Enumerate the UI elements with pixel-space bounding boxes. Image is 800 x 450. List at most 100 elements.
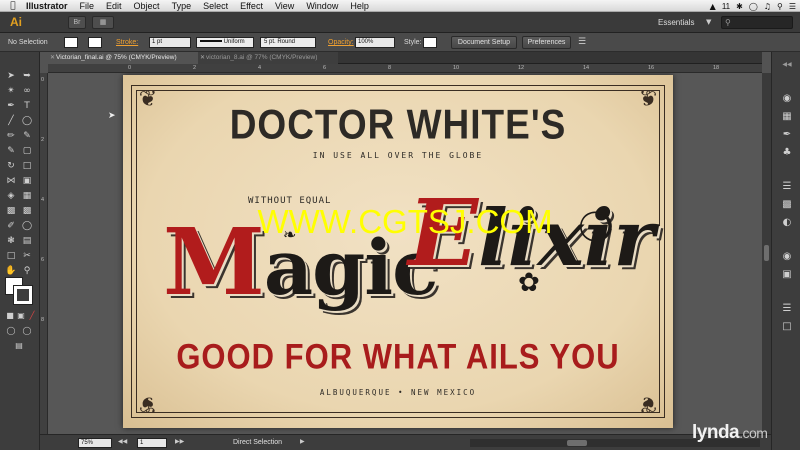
artboard-tool-icon[interactable]: □ — [4, 250, 18, 262]
color-panel-icon[interactable]: ◉ — [779, 92, 795, 106]
bridge-button[interactable]: Br — [68, 16, 86, 29]
screen-mode-icon[interactable]: ▤ — [12, 340, 26, 352]
blob-brush-icon[interactable]: ✎ — [4, 145, 18, 157]
next-artboard-icon[interactable]: ▶▶ — [175, 438, 184, 445]
volume-icon[interactable]: ♫ — [764, 2, 771, 11]
zoom-level-field[interactable]: 75% — [78, 438, 112, 448]
menu-edit[interactable]: Edit — [106, 1, 122, 11]
tab-victorian-final[interactable]: ✕ Victorian_final.ai @ 75% (CMYK/Preview… — [48, 52, 198, 64]
artboards-panel-icon[interactable]: □ — [779, 320, 795, 334]
pen-tool-icon[interactable]: ✒ — [4, 100, 18, 112]
horizontal-ruler[interactable]: 0 2 4 6 8 10 12 14 16 18 — [48, 64, 762, 73]
adobe-icon[interactable]: ▲ — [710, 2, 716, 11]
symbol-sprayer-icon[interactable]: ❃ — [4, 235, 18, 247]
pencil-icon[interactable]: ✎ — [20, 130, 34, 142]
direct-selection-tool-icon[interactable]: ➥ — [20, 70, 34, 82]
column-graph-icon[interactable]: ▤ — [20, 235, 34, 247]
menu-effect[interactable]: Effect — [240, 1, 263, 11]
lasso-icon[interactable]: ∞ — [20, 85, 34, 97]
graphic-styles-panel-icon[interactable]: ▣ — [779, 268, 795, 282]
menu-select[interactable]: Select — [203, 1, 228, 11]
panel-menu-icon[interactable]: ☰ — [578, 33, 586, 52]
tab-victorian-8[interactable]: ✕ victorian_8.ai @ 77% (CMYK/Preview) — [198, 52, 338, 64]
free-transform-icon[interactable]: ▣ — [20, 175, 34, 187]
blend-tool-icon[interactable]: ◯ — [20, 220, 34, 232]
fill-swatch[interactable] — [64, 37, 78, 48]
stroke-weight-field[interactable]: 1 pt — [149, 37, 191, 48]
document-setup-button[interactable]: Document Setup — [451, 36, 517, 49]
layers-panel-icon[interactable]: ☰ — [779, 302, 795, 316]
artboard[interactable]: ❦ ❦ ❦ ❦ DOCTOR WHITE'S IN USE ALL OVER T… — [123, 75, 673, 428]
variable-width-dropdown[interactable]: Uniform — [196, 37, 254, 48]
perspective-grid-icon[interactable]: ▦ — [20, 190, 34, 202]
artboard-number-field[interactable]: 1 — [137, 438, 167, 448]
swatches-panel-icon[interactable]: ▦ — [779, 110, 795, 124]
stroke-color-box[interactable] — [13, 285, 33, 305]
application-bar: Ai Br ▦ Essentials ▼ ⚲ — [0, 12, 800, 33]
vertical-ruler[interactable]: 0 2 4 6 8 — [40, 73, 48, 434]
magic-wand-icon[interactable]: ✴ — [4, 85, 18, 97]
status-menu-icon[interactable]: ▶ — [300, 438, 305, 445]
menu-file[interactable]: File — [80, 1, 95, 11]
draw-normal-icon[interactable]: ◯ — [4, 325, 18, 337]
draw-behind-icon[interactable]: ◯ — [20, 325, 34, 337]
chevron-down-icon[interactable]: ▼ — [706, 16, 711, 29]
gradient-tool-icon[interactable]: ▩ — [20, 205, 34, 217]
panel-dock: ◀◀ ◉ ▦ ✒ ♣ ☰ ▩ ◐ ◉ ▣ ☰ □ — [771, 52, 800, 450]
watermark-text: WWW.CGTSJ.COM — [257, 203, 553, 240]
eyedropper-icon[interactable]: ✐ — [4, 220, 18, 232]
brush-dropdown[interactable]: 5 pt. Round — [260, 37, 316, 48]
brushes-panel-icon[interactable]: ✒ — [779, 128, 795, 142]
ellipse-tool-icon[interactable]: ◯ — [20, 115, 34, 127]
rotate-tool-icon[interactable]: ↻ — [4, 160, 18, 172]
opacity-label[interactable]: Opacity: — [328, 33, 354, 52]
menu-type[interactable]: Type — [172, 1, 192, 11]
transparency-panel-icon[interactable]: ◐ — [779, 216, 795, 230]
arrange-documents-button[interactable]: ▦ — [92, 16, 114, 29]
shape-builder-icon[interactable]: ◈ — [4, 190, 18, 202]
spotlight-icon[interactable]: ⚲ — [777, 2, 783, 11]
menu-app-name[interactable]: Illustrator — [26, 1, 68, 11]
stroke-label[interactable]: Stroke: — [116, 33, 138, 52]
stroke-swatch[interactable] — [88, 37, 102, 48]
wifi-icon[interactable]: ◯ — [749, 2, 758, 11]
symbols-panel-icon[interactable]: ♣ — [779, 146, 795, 160]
selection-tool-icon[interactable]: ➤ — [4, 70, 18, 82]
slice-tool-icon[interactable]: ✂ — [20, 250, 34, 262]
close-icon[interactable]: ✕ — [200, 52, 205, 64]
stroke-panel-icon[interactable]: ☰ — [779, 180, 795, 194]
notification-icon[interactable]: ☰ — [789, 2, 796, 11]
graphic-style-swatch[interactable] — [423, 37, 437, 48]
mesh-tool-icon[interactable]: ▩ — [4, 205, 18, 217]
menu-view[interactable]: View — [275, 1, 294, 11]
bluetooth-icon[interactable]: ✱ — [736, 2, 743, 11]
type-tool-icon[interactable]: T — [20, 100, 34, 112]
hand-tool-icon[interactable]: ✋ — [4, 265, 18, 277]
line-tool-icon[interactable]: ╱ — [4, 115, 18, 127]
menu-window[interactable]: Window — [306, 1, 338, 11]
paintbrush-icon[interactable]: ✏ — [4, 130, 18, 142]
canvas-area[interactable]: ❦ ❦ ❦ ❦ DOCTOR WHITE'S IN USE ALL OVER T… — [48, 73, 762, 434]
menu-object[interactable]: Object — [134, 1, 160, 11]
gradient-panel-icon[interactable]: ▩ — [779, 198, 795, 212]
horizontal-scroll-thumb[interactable] — [567, 440, 587, 446]
first-artboard-icon[interactable]: ◀◀ — [118, 438, 127, 445]
opacity-field[interactable]: 100% — [355, 37, 395, 48]
apple-icon[interactable]:  — [6, 1, 20, 11]
none-mode-icon[interactable]: ╱ — [25, 310, 39, 322]
menu-help[interactable]: Help — [350, 1, 369, 11]
search-input[interactable]: ⚲ — [721, 16, 793, 29]
search-icon: ⚲ — [725, 18, 731, 27]
tab-label: Victorian_final.ai @ 75% (CMYK/Preview) — [56, 54, 177, 61]
width-tool-icon[interactable]: ⋈ — [4, 175, 18, 187]
lynda-suffix: .com — [739, 425, 768, 441]
vertical-scroll-thumb[interactable] — [764, 245, 769, 261]
eraser-icon[interactable]: ▢ — [20, 145, 34, 157]
vertical-scrollbar[interactable] — [762, 73, 771, 434]
close-icon[interactable]: ✕ — [50, 52, 55, 64]
zoom-tool-icon[interactable]: ⚲ — [20, 265, 34, 277]
appearance-panel-icon[interactable]: ◉ — [779, 250, 795, 264]
collapse-panels-icon[interactable]: ◀◀ — [779, 58, 795, 72]
scale-tool-icon[interactable]: □ — [20, 160, 34, 172]
preferences-button[interactable]: Preferences — [522, 36, 571, 49]
